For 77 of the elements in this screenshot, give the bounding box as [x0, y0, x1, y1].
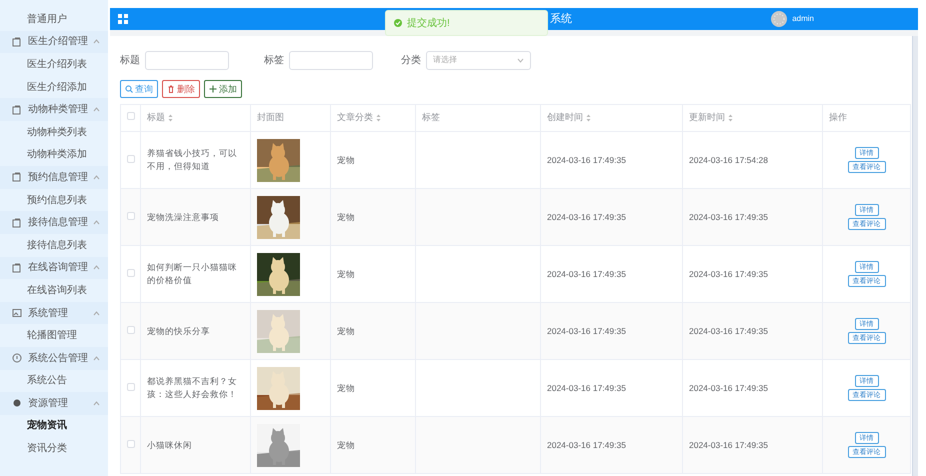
image-icon [12, 308, 22, 318]
sidebar-item[interactable]: 医生介绍列表 [0, 53, 108, 76]
group-label[interactable]: 预约信息管理 [28, 170, 93, 185]
table-cell: 2024-03-16 17:49:35 [540, 188, 682, 246]
checkbox[interactable] [127, 326, 135, 334]
sidebar-group[interactable]: 资源管理 [0, 392, 108, 415]
sidebar-group[interactable]: 预约信息管理 [0, 166, 108, 189]
text-field[interactable] [289, 50, 373, 70]
chevron-icon [517, 58, 524, 62]
scrollbar[interactable] [912, 36, 918, 476]
table-cell: 宠物洗澡注意事项 [140, 188, 250, 246]
table-cell: 宠物 [330, 302, 416, 360]
search-icon [125, 85, 133, 93]
sidebar-group[interactable]: 在线咨询管理 [0, 256, 108, 280]
table-cell: 宠物 [330, 188, 416, 246]
sidebar-item[interactable]: 轮播图管理 [0, 324, 108, 347]
group-label[interactable]: 资源管理 [28, 396, 93, 411]
sidebar-item[interactable]: 预约信息列表 [0, 188, 108, 212]
sidebar-item[interactable]: 宠物资讯 [0, 414, 108, 438]
sidebar-item[interactable]: 资讯分类 [0, 437, 108, 460]
group-label[interactable]: 接待信息管理 [28, 215, 93, 230]
table-cell: 宠物 [330, 416, 416, 474]
sidebar-group[interactable]: 系统公告管理 [0, 346, 108, 370]
group-label[interactable]: 医生介绍管理 [28, 34, 93, 50]
delete-button[interactable]: 删除 [162, 80, 200, 98]
filter-label: 分类 [401, 54, 421, 68]
check-circle-icon [394, 19, 402, 27]
table-cell: 宠物的快乐分享 [140, 302, 250, 360]
sidebar-item[interactable]: 普通用户 [0, 8, 108, 31]
grid-menu-icon [118, 14, 128, 24]
table-cell: 2024-03-16 17:49:35 [682, 416, 822, 474]
document-icon [12, 262, 22, 273]
document-icon [12, 218, 22, 228]
table-cell: 2024-03-16 17:49:35 [540, 302, 682, 360]
sidebar-group[interactable]: 接待信息管理 [0, 211, 108, 234]
checkbox[interactable] [127, 112, 135, 120]
column-header[interactable]: 标题 [140, 104, 250, 132]
column-header[interactable]: 操作 [822, 104, 910, 132]
dot-icon [12, 398, 22, 408]
column-header[interactable]: 更新时间 [682, 104, 822, 132]
column-header[interactable]: 文章分类 [330, 104, 416, 132]
sidebar-item[interactable]: 医生介绍添加 [0, 76, 108, 98]
sidebar-item[interactable]: 动物种类添加 [0, 144, 108, 166]
sidebar-item[interactable]: 接待信息列表 [0, 234, 108, 257]
filter-label: 标签 [264, 54, 284, 68]
sidebar-group[interactable]: 系统管理 [0, 302, 108, 324]
checkbox[interactable] [127, 268, 135, 277]
app-title: 系统 [550, 12, 572, 27]
document-icon [12, 104, 22, 115]
checkbox[interactable] [127, 382, 135, 391]
sidebar-group[interactable]: 动物种类管理 [0, 98, 108, 121]
table-cell: 2024-03-16 17:49:35 [540, 416, 682, 474]
add-button[interactable]: 添加 [204, 80, 242, 98]
sidebar-item[interactable]: 动物种类列表 [0, 120, 108, 144]
group-label[interactable]: 在线咨询管理 [28, 260, 93, 276]
group-label[interactable]: 动物种类管理 [28, 102, 93, 118]
group-label[interactable]: 系统管理 [28, 306, 93, 321]
table-cell: 小猫咪休闲 [140, 416, 250, 474]
document-icon [12, 172, 22, 182]
text-field[interactable] [145, 50, 229, 70]
sidebar-item[interactable]: 系统公告 [0, 370, 108, 392]
group-label[interactable]: 系统公告管理 [28, 350, 93, 366]
sidebar-item[interactable]: 在线咨询列表 [0, 279, 108, 302]
sidebar-group[interactable]: 医生介绍管理 [0, 30, 108, 54]
filter-label: 标题 [120, 54, 140, 68]
avatar [771, 11, 788, 27]
info-icon [12, 353, 22, 364]
document-icon [12, 36, 22, 47]
table-cell: 2024-03-16 17:49:35 [682, 302, 822, 360]
toast-message: 提交成功! [407, 16, 450, 30]
user-name[interactable]: admin [792, 13, 814, 25]
plus-icon [209, 85, 217, 93]
trash-icon [167, 85, 175, 93]
checkbox[interactable] [127, 154, 135, 163]
checkbox[interactable] [127, 440, 135, 448]
checkbox[interactable] [127, 212, 135, 220]
table-cell: 2024-03-16 17:49:35 [682, 188, 822, 246]
